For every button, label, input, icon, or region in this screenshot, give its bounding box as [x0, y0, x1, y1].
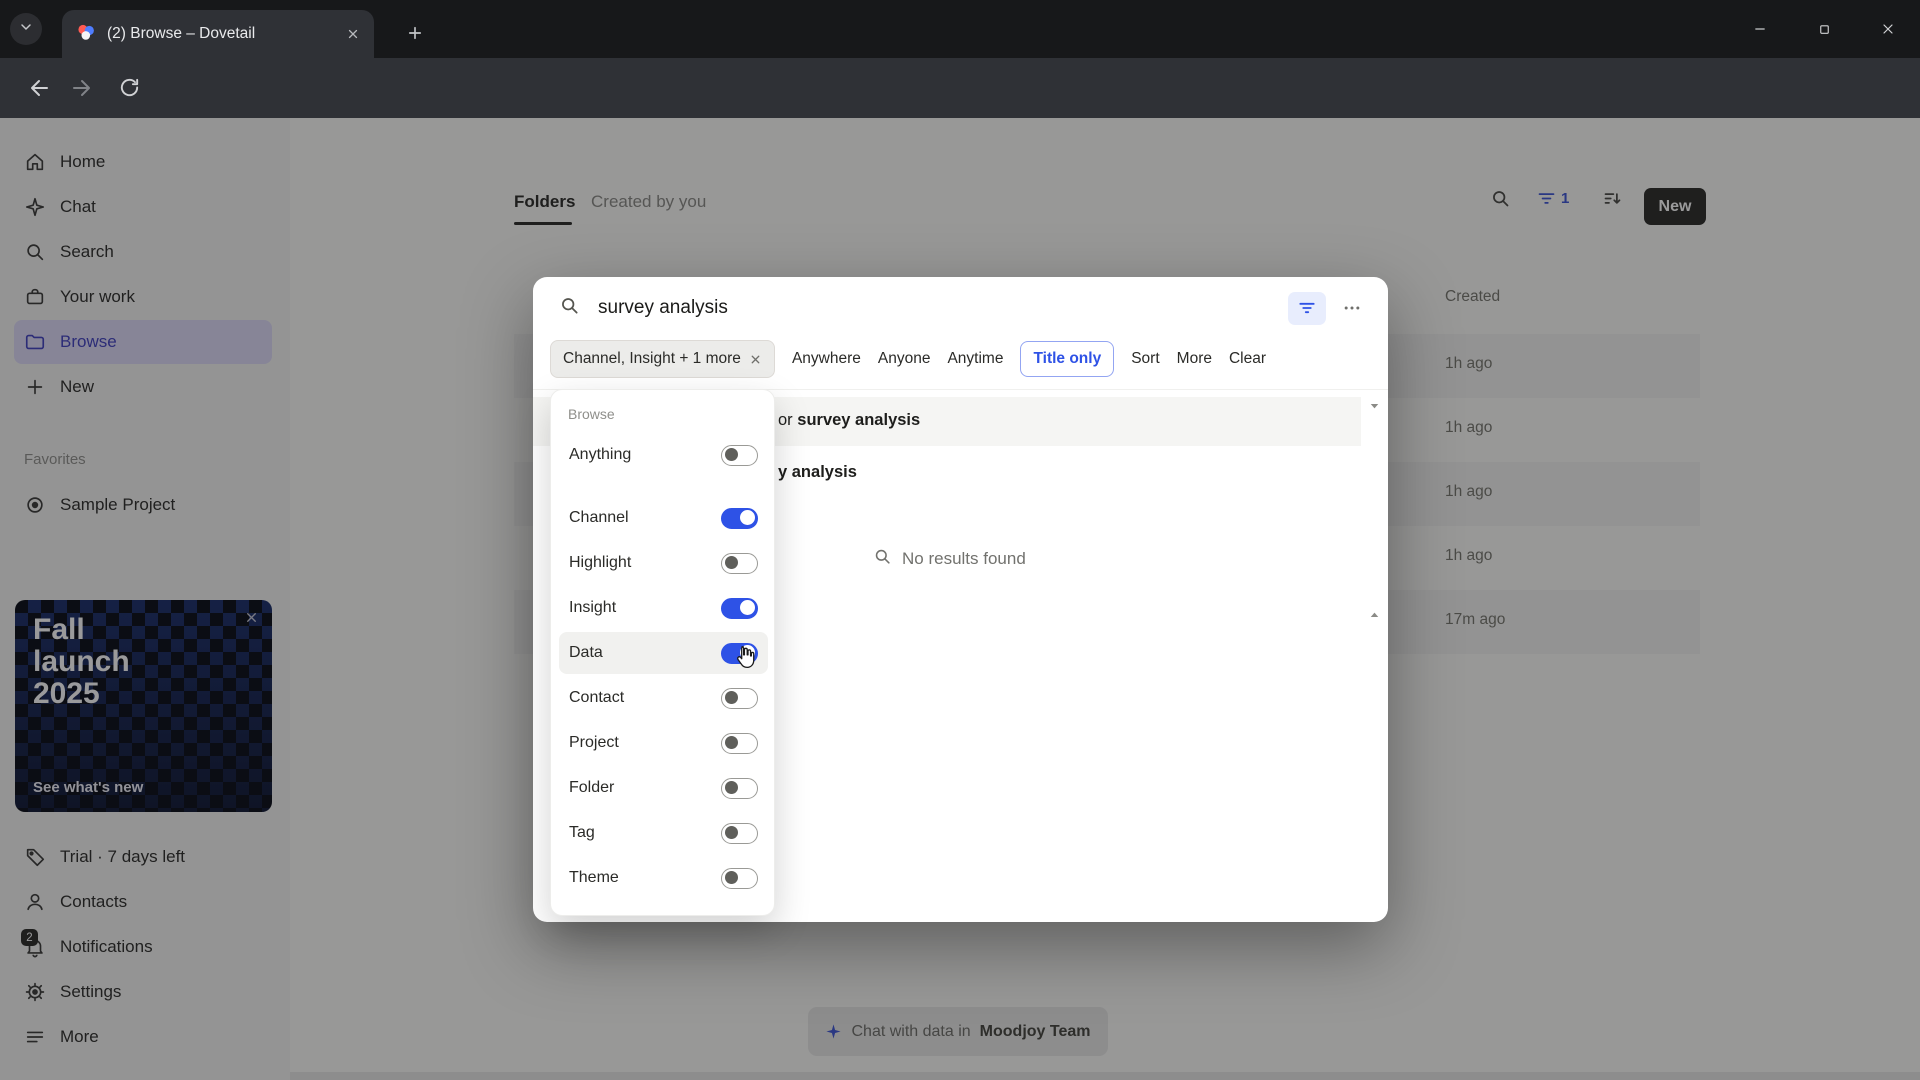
modal-more-icon[interactable]: [1342, 298, 1362, 318]
chip-anytime[interactable]: Anytime: [947, 350, 1003, 368]
insight-toggle[interactable]: [721, 597, 758, 619]
toggle-row-project[interactable]: Project: [559, 722, 768, 764]
chip-more[interactable]: More: [1177, 350, 1212, 368]
dovetail-favicon: [76, 22, 96, 47]
search-icon: [559, 295, 580, 321]
scroll-down-icon[interactable]: [1367, 607, 1382, 627]
toggle-row-insight[interactable]: Insight: [559, 587, 768, 629]
toggle-label: Project: [569, 734, 619, 751]
toggle-row-theme[interactable]: Theme: [559, 857, 768, 899]
project-toggle[interactable]: [721, 732, 758, 754]
mouse-cursor: [732, 644, 758, 675]
chip-title-only[interactable]: Title only: [1020, 341, 1115, 377]
chip-types-selected[interactable]: Channel, Insight + 1 more: [550, 340, 775, 378]
empty-state-label: No results found: [902, 549, 1026, 568]
search-icon: [873, 547, 892, 571]
toggle-row-folder[interactable]: Folder: [559, 767, 768, 809]
dropdown-heading: Browse: [568, 406, 615, 422]
toggle-label: Channel: [569, 509, 629, 526]
filter-chip-row: Channel, Insight + 1 more Anywhere Anyon…: [550, 340, 1266, 378]
toggle-label: Highlight: [569, 554, 632, 571]
modal-search-bar: [533, 277, 1388, 339]
tab-search-button[interactable]: [10, 13, 42, 45]
search-input[interactable]: [596, 296, 1272, 320]
toggle-row-tag[interactable]: Tag: [559, 812, 768, 854]
toggle-row-contact[interactable]: Contact: [559, 677, 768, 719]
channel-toggle[interactable]: [721, 507, 758, 529]
chip-sort[interactable]: Sort: [1131, 350, 1159, 368]
theme-toggle[interactable]: [721, 867, 758, 889]
anything-toggle[interactable]: [721, 444, 758, 466]
window-close-button[interactable]: [1856, 0, 1920, 58]
reload-button[interactable]: [118, 76, 142, 100]
empty-state: No results found: [873, 547, 1026, 571]
browser-tabstrip: (2) Browse – Dovetail: [0, 0, 1920, 58]
window-minimize-button[interactable]: [1728, 0, 1792, 58]
toggle-row-highlight[interactable]: Highlight: [559, 542, 768, 584]
toggle-label: Insight: [569, 599, 617, 616]
modal-filter-button[interactable]: [1288, 291, 1326, 325]
toggle-label: Data: [569, 644, 603, 661]
browser-toolbar: moodjoy-team-2h2v.dovetail.com/browse/fo…: [0, 58, 1920, 167]
chip-remove-icon[interactable]: [749, 353, 762, 366]
chip-label: Channel, Insight + 1 more: [563, 350, 741, 367]
chevron-down-icon: [18, 19, 34, 40]
toggle-label: Anything: [569, 446, 632, 463]
tab-title: (2) Browse – Dovetail: [107, 25, 256, 42]
highlight-toggle[interactable]: [721, 552, 758, 574]
toggle-label: Folder: [569, 779, 615, 796]
toggle-row-channel[interactable]: Channel: [559, 497, 768, 539]
suggestion-prefix: or: [778, 411, 798, 429]
toggle-label: Contact: [569, 689, 625, 706]
forward-button[interactable]: [70, 76, 94, 100]
tab-close-icon[interactable]: [346, 27, 360, 41]
contact-toggle[interactable]: [721, 687, 758, 709]
window-maximize-button[interactable]: [1792, 0, 1856, 58]
suggestion-row-partial[interactable]: y analysis: [778, 463, 857, 482]
folder-toggle[interactable]: [721, 777, 758, 799]
browser-tab[interactable]: (2) Browse – Dovetail: [62, 10, 374, 58]
toggle-label: Tag: [569, 824, 595, 841]
scroll-up-icon[interactable]: [1367, 399, 1382, 419]
back-button[interactable]: [27, 76, 51, 100]
screen: (2) Browse – Dovetail Home Chat Search Y…: [0, 0, 1920, 1080]
tag-toggle[interactable]: [721, 822, 758, 844]
toggle-row-anything[interactable]: Anything: [559, 434, 768, 476]
suggestion-query: survey analysis: [797, 411, 921, 429]
chip-clear[interactable]: Clear: [1229, 350, 1266, 368]
new-tab-button[interactable]: [400, 18, 430, 48]
chip-anyone[interactable]: Anyone: [878, 350, 931, 368]
chip-anywhere[interactable]: Anywhere: [792, 350, 861, 368]
toggle-label: Theme: [569, 869, 619, 886]
